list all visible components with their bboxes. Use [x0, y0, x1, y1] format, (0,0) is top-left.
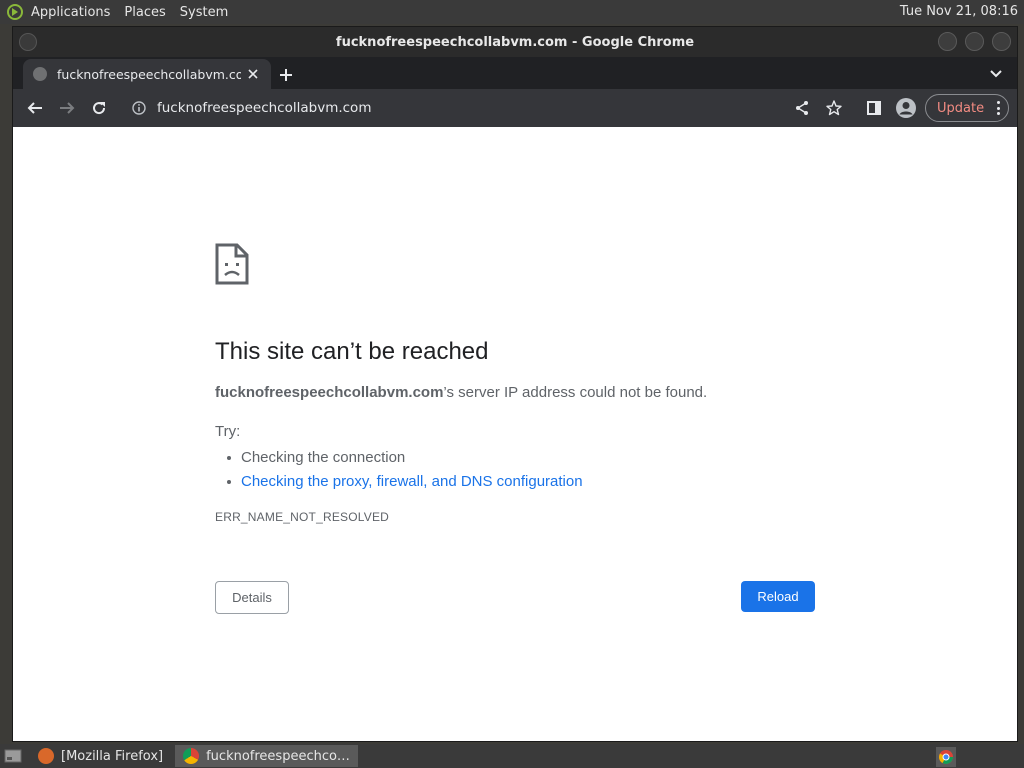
error-description: fucknofreespeechcollabvm.com’s server IP…: [215, 384, 815, 401]
tab-strip: fucknofreespeechcollabvm.com: [13, 57, 1017, 89]
suggestion-check-connection: Checking the connection: [227, 446, 815, 470]
sad-page-icon: [215, 243, 249, 285]
window-menu-button[interactable]: [19, 33, 37, 51]
distro-logo-icon[interactable]: [5, 2, 25, 22]
arrow-right-icon: [60, 102, 75, 114]
maximize-button[interactable]: [965, 32, 984, 51]
error-heading: This site can’t be reached: [215, 338, 489, 365]
side-panel-button[interactable]: [860, 94, 888, 122]
clock[interactable]: Tue Nov 21, 08:16: [900, 4, 1018, 19]
update-button[interactable]: Update: [925, 94, 1009, 122]
task-firefox-label: [Mozilla Firefox]: [61, 748, 164, 764]
task-chrome[interactable]: fucknofreespeechco…: [175, 745, 358, 767]
error-host: fucknofreespeechcollabvm.com: [215, 384, 444, 401]
try-label: Try:: [215, 423, 241, 440]
profile-button[interactable]: [892, 94, 920, 122]
globe-icon: [33, 67, 47, 81]
close-window-button[interactable]: [992, 32, 1011, 51]
reload-button[interactable]: [85, 94, 113, 122]
show-desktop-icon[interactable]: [2, 747, 24, 765]
avatar-icon: [896, 98, 916, 118]
address-bar[interactable]: fucknofreespeechcollabvm.com: [123, 93, 835, 123]
minimize-button[interactable]: [938, 32, 957, 51]
side-panel-icon: [867, 101, 881, 115]
share-button[interactable]: [788, 94, 816, 122]
error-container: This site can’t be reached fucknofreespe…: [215, 243, 815, 614]
chevron-down-icon: [990, 70, 1002, 78]
chrome-icon: [183, 748, 200, 764]
firefox-icon: [38, 748, 54, 764]
task-firefox[interactable]: [Mozilla Firefox]: [30, 745, 171, 767]
arrow-left-icon: [27, 102, 42, 114]
tab-active[interactable]: fucknofreespeechcollabvm.com: [23, 59, 271, 89]
tray-area: [960, 746, 1022, 766]
error-code: ERR_NAME_NOT_RESOLVED: [215, 510, 390, 524]
window-title: fucknofreespeechcollabvm.com - Google Ch…: [335, 34, 695, 50]
new-tab-button[interactable]: [273, 62, 299, 88]
reload-page-button[interactable]: Reload: [741, 581, 815, 612]
star-icon: [826, 100, 842, 116]
window-titlebar[interactable]: fucknofreespeechcollabvm.com - Google Ch…: [13, 27, 1017, 57]
tab-search-button[interactable]: [987, 65, 1005, 83]
taskbar: [Mozilla Firefox] fucknofreespeechco…: [0, 744, 1024, 768]
suggestion-proxy-link[interactable]: Checking the proxy, firewall, and DNS co…: [227, 470, 815, 494]
toolbar: fucknofreespeechcollabvm.com Update: [13, 89, 1017, 127]
tab-title: fucknofreespeechcollabvm.com: [57, 66, 241, 82]
info-icon[interactable]: [131, 100, 147, 116]
window-controls: [938, 32, 1011, 51]
share-icon: [796, 101, 808, 115]
bookmark-button[interactable]: [820, 94, 848, 122]
menu-applications[interactable]: Applications: [31, 5, 110, 20]
details-button[interactable]: Details: [215, 581, 289, 614]
plus-icon: [280, 69, 292, 81]
menu-places[interactable]: Places: [124, 5, 165, 20]
url-text[interactable]: fucknofreespeechcollabvm.com: [157, 100, 371, 116]
back-button[interactable]: [21, 94, 49, 122]
forward-button[interactable]: [53, 94, 81, 122]
suggestion-list: Checking the connection Checking the pro…: [227, 446, 815, 494]
top-panel: Applications Places System Tue Nov 21, 0…: [0, 0, 1024, 24]
update-label: Update: [937, 100, 985, 116]
task-chrome-label: fucknofreespeechco…: [206, 748, 350, 764]
tray-chrome-icon[interactable]: [936, 747, 956, 767]
browser-window: fucknofreespeechcollabvm.com - Google Ch…: [12, 26, 1018, 742]
tab-close-icon[interactable]: [245, 66, 261, 82]
menu-system[interactable]: System: [180, 5, 228, 20]
error-description-suffix: ’s server IP address could not be found.: [443, 384, 708, 401]
more-vert-icon[interactable]: [996, 101, 1000, 115]
page-content: This site can’t be reached fucknofreespe…: [13, 127, 1017, 741]
reload-icon: [93, 102, 106, 115]
